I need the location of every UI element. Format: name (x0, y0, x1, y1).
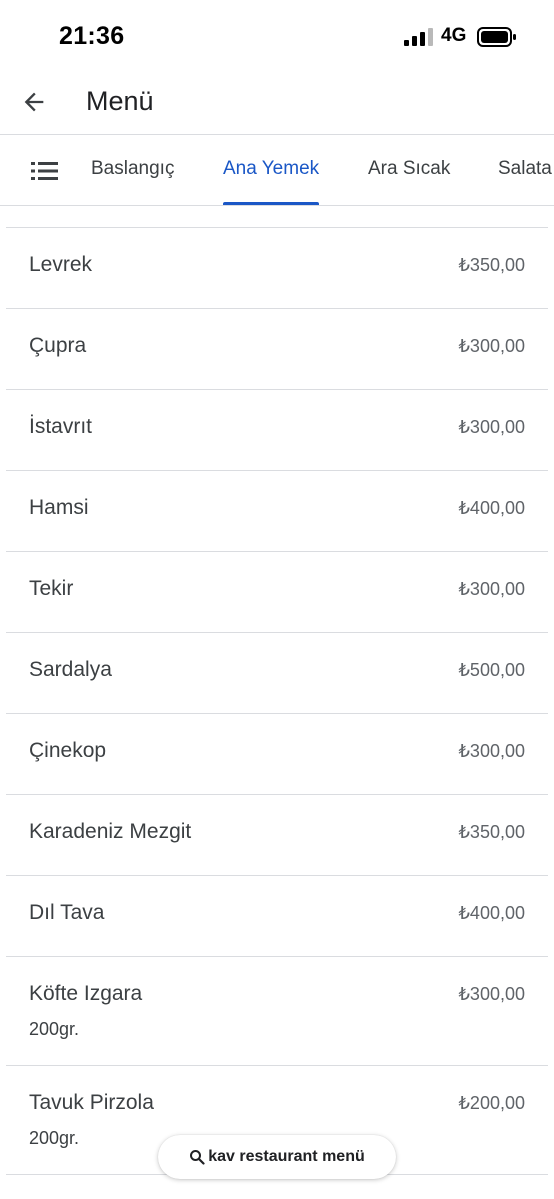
status-time: 21:36 (59, 22, 125, 50)
menu-item-name: Çupra (29, 334, 87, 357)
menu-item[interactable]: Çinekop ₺300,00 (6, 714, 548, 795)
menu-item[interactable]: Köfte Izgara ₺300,00 200gr. (6, 957, 548, 1066)
menu-item[interactable]: Tekir ₺300,00 (6, 552, 548, 633)
menu-item[interactable]: Çupra ₺300,00 (6, 309, 548, 390)
menu-item-name: Çinekop (29, 739, 107, 762)
menu-item-name: Hamsi (29, 496, 89, 519)
back-button[interactable] (14, 82, 54, 122)
menu-item-name: Karadeniz Mezgit (29, 820, 192, 843)
search-chip[interactable]: kav restaurant menü (158, 1135, 396, 1179)
menu-item-price: ₺500,00 (458, 660, 525, 680)
category-tab-bar: Baslangıç Ana Yemek Ara Sıcak Salata (0, 135, 554, 206)
menu-item-price: ₺300,00 (458, 417, 525, 437)
tab-ana-yemek[interactable]: Ana Yemek (223, 135, 320, 205)
menu-item-price: ₺350,00 (458, 822, 525, 842)
tab-salata[interactable]: Salata (498, 135, 552, 205)
battery-icon (477, 27, 516, 47)
tab-baslangic[interactable]: Baslangıç (91, 135, 174, 205)
menu-item-price: ₺300,00 (458, 741, 525, 761)
category-list-button[interactable] (26, 156, 64, 186)
menu-item[interactable]: Hamsi ₺400,00 (6, 471, 548, 552)
search-icon (190, 1150, 205, 1165)
menu-item-description: 200gr. (29, 1128, 80, 1148)
app-bar: Menü (0, 72, 554, 135)
status-bar: 21:36 4G (0, 0, 554, 72)
menu-item-name: Tavuk Pirzola (29, 1091, 154, 1114)
menu-item[interactable]: Sardalya ₺500,00 (6, 633, 548, 714)
menu-item-price: ₺350,00 (458, 255, 525, 275)
menu-item-name: Köfte Izgara (29, 982, 143, 1005)
menu-item[interactable]: İstavrıt ₺300,00 (6, 390, 548, 471)
arrow-back-icon (24, 92, 44, 112)
menu-item-list: Levrek ₺350,00 Çupra ₺300,00 İstavrıt ₺3… (6, 227, 548, 1175)
menu-item-price: ₺300,00 (458, 579, 525, 599)
menu-item-name: Sardalya (29, 658, 112, 681)
menu-item-price: ₺200,00 (458, 1093, 525, 1113)
menu-item-name: İstavrıt (29, 415, 93, 438)
menu-item[interactable]: Karadeniz Mezgit ₺350,00 (6, 795, 548, 876)
menu-item-description: 200gr. (29, 1019, 80, 1039)
page-title: Menü (86, 86, 154, 116)
menu-item-name: Levrek (29, 253, 93, 276)
tab-ara-sicak[interactable]: Ara Sıcak (368, 135, 450, 205)
menu-item[interactable]: Levrek ₺350,00 (6, 228, 548, 309)
menu-item-price: ₺400,00 (458, 498, 525, 518)
menu-item-name: Tekir (29, 577, 74, 600)
menu-item-price: ₺400,00 (458, 903, 525, 923)
network-label: 4G (441, 25, 467, 46)
menu-item-name: Dıl Tava (29, 901, 105, 924)
cellular-signal-icon (404, 28, 433, 46)
list-icon (31, 162, 58, 180)
menu-item-price: ₺300,00 (458, 336, 525, 356)
search-chip-label: kav restaurant menü (208, 1148, 365, 1165)
menu-item-price: ₺300,00 (458, 984, 525, 1004)
menu-item[interactable]: Dıl Tava ₺400,00 (6, 876, 548, 957)
